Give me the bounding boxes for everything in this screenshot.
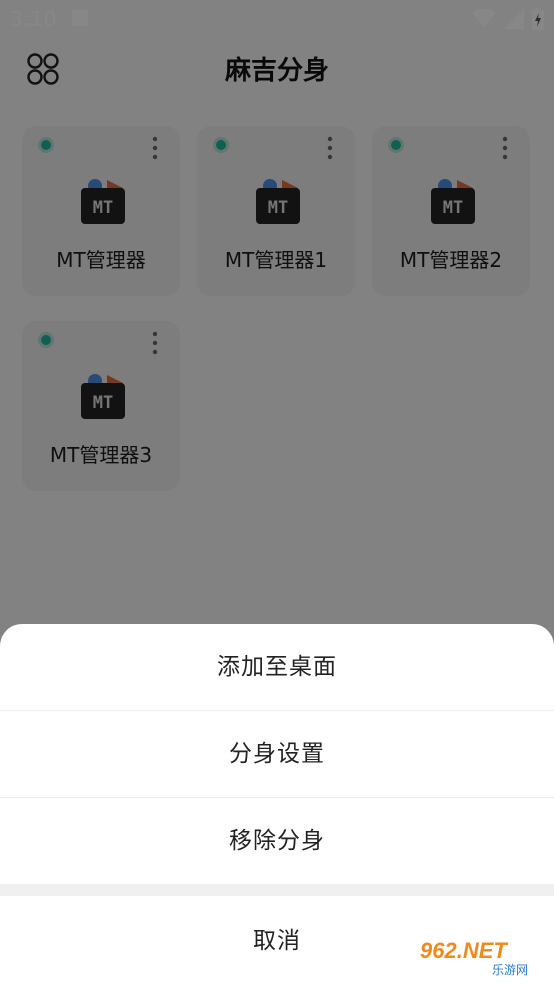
action-bottom-sheet: 添加至桌面 分身设置 移除分身 取消 962.NET 乐游网	[0, 624, 554, 984]
watermark-subtitle: 乐游网	[492, 963, 528, 977]
watermark-brand: 962.NET	[420, 938, 508, 963]
add-to-desktop-button[interactable]: 添加至桌面	[0, 624, 554, 710]
remove-clone-button[interactable]: 移除分身	[0, 798, 554, 884]
watermark-logo: 962.NET 乐游网	[414, 934, 548, 978]
section-gap	[0, 884, 554, 896]
clone-settings-button[interactable]: 分身设置	[0, 711, 554, 797]
